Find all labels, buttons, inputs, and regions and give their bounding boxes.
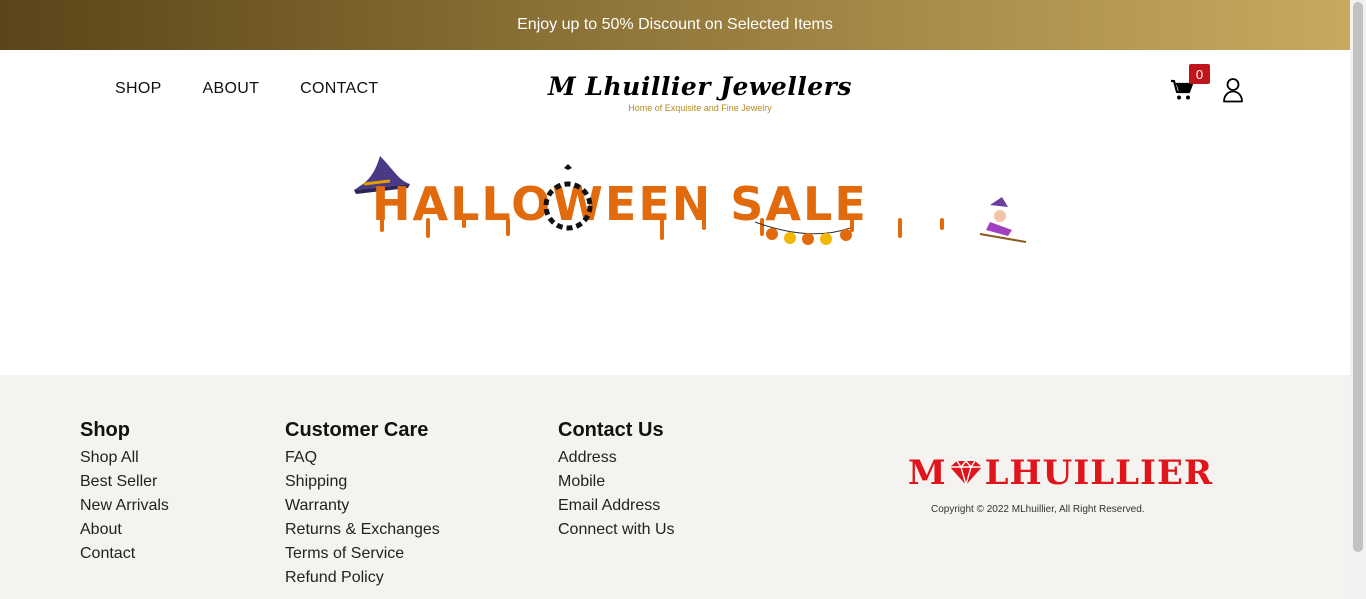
main-nav: SHOP ABOUT CONTACT: [115, 80, 419, 98]
nav-shop[interactable]: SHOP: [115, 80, 162, 98]
logo-name: M Lhuillier Jewellers: [548, 72, 852, 101]
cart-count-badge: 0: [1189, 64, 1210, 84]
footer-care-column: Customer Care FAQ Shipping Warranty Retu…: [285, 419, 440, 590]
witch-icon: [979, 197, 1027, 243]
footer-link-best-seller[interactable]: Best Seller: [80, 470, 169, 494]
footer-link-returns[interactable]: Returns & Exchanges: [285, 518, 440, 542]
diamond-icon: [949, 459, 982, 486]
banner-text: HALLOWEEN SALE: [372, 177, 868, 231]
footer-contact-title: Contact Us: [558, 419, 664, 441]
footer-link-address[interactable]: Address: [558, 446, 675, 470]
footer-contact-column: Contact Us Address Mobile Email Address …: [558, 419, 675, 542]
footer-link-about[interactable]: About: [80, 518, 169, 542]
nav-contact[interactable]: CONTACT: [300, 80, 378, 98]
footer-link-email[interactable]: Email Address: [558, 494, 675, 518]
footer-link-shipping[interactable]: Shipping: [285, 470, 440, 494]
footer-link-terms[interactable]: Terms of Service: [285, 542, 440, 566]
copyright-text: Copyright © 2022 MLhuillier, All Right R…: [931, 504, 1145, 515]
user-icon[interactable]: [1222, 77, 1244, 103]
footer-shop-title: Shop: [80, 419, 130, 441]
footer: Shop Shop All Best Seller New Arrivals A…: [0, 375, 1350, 599]
promo-text: Enjoy up to 50% Discount on Selected Ite…: [517, 16, 833, 33]
footer-link-shop-all[interactable]: Shop All: [80, 446, 169, 470]
footer-link-faq[interactable]: FAQ: [285, 446, 440, 470]
footer-link-connect[interactable]: Connect with Us: [558, 518, 675, 542]
page-scrollbar[interactable]: [1350, 0, 1366, 599]
scrollbar-thumb[interactable]: [1353, 2, 1363, 552]
page: Enjoy up to 50% Discount on Selected Ite…: [0, 0, 1366, 599]
brand-name-right: LHUILLIER: [984, 453, 1214, 493]
logo-tagline: Home of Exquisite and Fine Jewelry: [628, 103, 772, 113]
footer-shop-column: Shop Shop All Best Seller New Arrivals A…: [80, 419, 169, 566]
footer-link-contact[interactable]: Contact: [80, 542, 169, 566]
halloween-sale-banner[interactable]: HALLOWEEN SALE: [350, 150, 1030, 250]
nav-about[interactable]: ABOUT: [203, 80, 260, 98]
brand-name-left: M: [908, 453, 947, 493]
header: SHOP ABOUT CONTACT M Lhuillier Jewellers…: [0, 50, 1350, 130]
footer-brand-name: M LHUILLIER: [908, 453, 1218, 493]
content: Enjoy up to 50% Discount on Selected Ite…: [0, 0, 1350, 599]
footer-link-new-arrivals[interactable]: New Arrivals: [80, 494, 169, 518]
site-logo[interactable]: M Lhuillier Jewellers Home of Exquisite …: [540, 72, 860, 113]
footer-link-mobile[interactable]: Mobile: [558, 470, 675, 494]
footer-link-warranty[interactable]: Warranty: [285, 494, 440, 518]
footer-care-title: Customer Care: [285, 419, 429, 441]
footer-brand-logo[interactable]: M LHUILLIER: [908, 453, 1218, 493]
footer-link-refund[interactable]: Refund Policy: [285, 566, 440, 590]
promo-bar: Enjoy up to 50% Discount on Selected Ite…: [0, 0, 1350, 50]
